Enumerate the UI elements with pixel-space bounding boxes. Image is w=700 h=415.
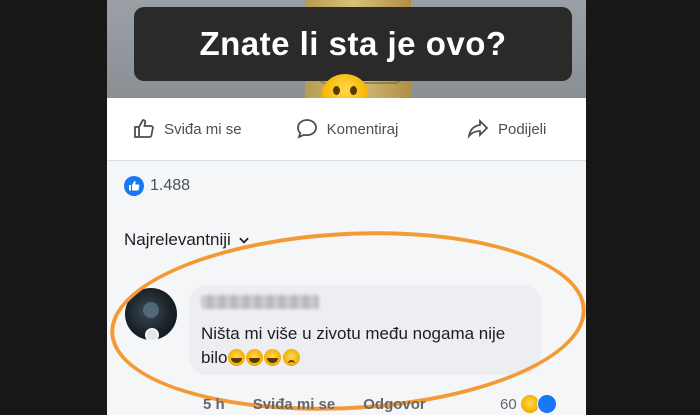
commenter-name-blurred[interactable] <box>201 295 319 309</box>
facebook-post-screen: Znate li sta je ovo? Sviđa mi se Komenti… <box>107 0 586 415</box>
comment-reactions[interactable]: 60 <box>500 394 557 414</box>
comment-meta: 5 h Sviđa mi se Odgovor <box>203 396 426 413</box>
right-dark-border <box>586 0 700 415</box>
sad-emoji-icon <box>283 349 301 366</box>
reaction-count: 1.488 <box>150 177 191 194</box>
avatar-status-dot <box>145 328 159 342</box>
post-image[interactable]: Znate li sta je ovo? <box>107 0 586 114</box>
comment-button[interactable]: Komentiraj <box>267 117 427 141</box>
left-dark-border <box>0 0 107 415</box>
like-reaction-icon <box>536 394 557 414</box>
post-action-bar: Sviđa mi se Komentiraj Podijeli <box>107 98 586 161</box>
comment-sort-dropdown[interactable]: Najrelevantniji <box>124 230 251 250</box>
sort-label: Najrelevantniji <box>124 230 231 249</box>
comment-bubble-icon <box>296 119 317 139</box>
comment-text: Ništa mi više u zivotu među nogama nije … <box>201 322 531 370</box>
share-button[interactable]: Podijeli <box>426 117 586 141</box>
share-label: Podijeli <box>497 120 547 138</box>
comment-label: Komentiraj <box>326 120 399 138</box>
comment-like-link[interactable]: Sviđa mi se <box>253 396 336 413</box>
overlay-caption: Znate li sta je ovo? <box>134 7 572 81</box>
comment-time: 5 h <box>203 396 225 413</box>
haha-reaction-icon <box>520 395 539 413</box>
thumbs-up-icon <box>134 119 154 138</box>
laughing-tears-emoji-icon <box>264 349 282 366</box>
like-reaction-icon <box>124 176 144 196</box>
comment-reaction-count: 60 <box>500 395 517 413</box>
like-label: Sviđa mi se <box>164 120 242 138</box>
share-arrow-icon <box>467 118 489 140</box>
chevron-down-icon <box>239 237 249 244</box>
like-button[interactable]: Sviđa mi se <box>107 117 267 141</box>
comment-bubble[interactable]: Ništa mi više u zivotu među nogama nije … <box>189 285 541 375</box>
laughing-tears-emoji-icon <box>246 349 264 366</box>
comment-reply-link[interactable]: Odgovor <box>363 396 426 413</box>
laughing-tears-emoji-icon <box>228 349 246 366</box>
reactions-summary[interactable]: 1.488 <box>124 176 190 196</box>
